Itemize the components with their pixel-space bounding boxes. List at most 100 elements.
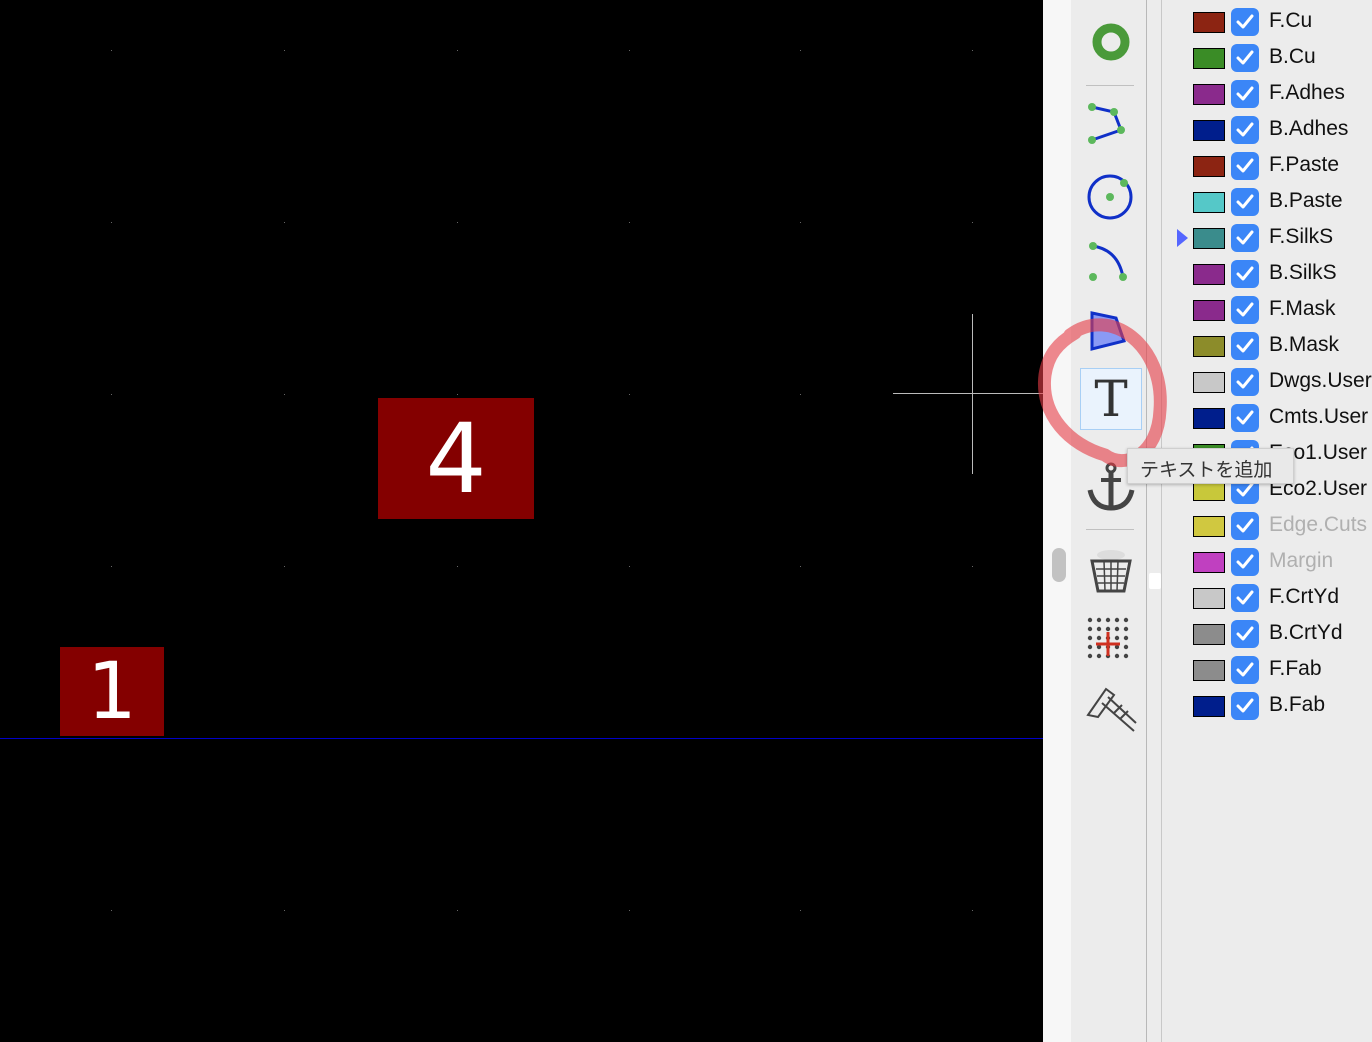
layer-color-swatch[interactable] <box>1193 588 1225 609</box>
layer-visibility-checkbox[interactable] <box>1231 404 1259 432</box>
layer-color-swatch[interactable] <box>1193 372 1225 393</box>
layer-color-swatch[interactable] <box>1193 300 1225 321</box>
toolbar-separator <box>1086 85 1134 86</box>
grid-dot <box>457 50 458 51</box>
layer-color-swatch[interactable] <box>1193 156 1225 177</box>
layer-color-swatch[interactable] <box>1193 660 1225 681</box>
layer-row[interactable]: Dwgs.User <box>1162 364 1372 400</box>
grid-dot <box>284 394 285 395</box>
layer-row[interactable]: F.Paste <box>1162 148 1372 184</box>
pad-number: 1 <box>87 646 137 737</box>
layer-color-swatch[interactable] <box>1193 228 1225 249</box>
layer-color-swatch[interactable] <box>1193 696 1225 717</box>
layer-visibility-checkbox[interactable] <box>1231 80 1259 108</box>
layer-visibility-checkbox[interactable] <box>1231 656 1259 684</box>
layer-color-swatch[interactable] <box>1193 12 1225 33</box>
arc-icon[interactable] <box>1080 232 1142 294</box>
grid-dot <box>457 394 458 395</box>
grid-dot <box>457 566 458 567</box>
layer-name: F.Cu <box>1269 9 1313 32</box>
layer-color-swatch[interactable] <box>1193 624 1225 645</box>
layer-color-swatch[interactable] <box>1193 408 1225 429</box>
grid-dot <box>800 50 801 51</box>
pcb-canvas[interactable]: 4 1 <box>0 0 1043 1042</box>
grid-dot <box>111 910 112 911</box>
splitter-handle[interactable] <box>1149 573 1161 589</box>
layer-visibility-checkbox[interactable] <box>1231 260 1259 288</box>
delete-icon[interactable] <box>1080 539 1142 601</box>
measure-icon[interactable] <box>1080 677 1142 739</box>
add-text-button[interactable]: T <box>1080 368 1142 430</box>
layer-name: Cmts.User <box>1269 405 1369 428</box>
layer-row[interactable]: F.Mask <box>1162 292 1372 328</box>
layer-color-swatch[interactable] <box>1193 192 1225 213</box>
layer-visibility-checkbox[interactable] <box>1231 548 1259 576</box>
layer-color-swatch[interactable] <box>1193 552 1225 573</box>
layer-row[interactable]: B.Mask <box>1162 328 1372 364</box>
pad-4[interactable]: 4 <box>378 398 534 519</box>
layers-panel: F.Cu B.Cu F.Adhes B.Adhes F.Paste B.Paste F.Si… <box>1162 0 1372 1042</box>
layer-visibility-checkbox[interactable] <box>1231 8 1259 36</box>
scrollbar-thumb[interactable] <box>1052 548 1066 582</box>
layer-row[interactable]: F.Adhes <box>1162 76 1372 112</box>
panel-splitter[interactable] <box>1147 0 1162 1042</box>
grid-dot <box>111 394 112 395</box>
drawing-toolbar: T <box>1071 0 1147 1042</box>
layer-visibility-checkbox[interactable] <box>1231 620 1259 648</box>
polyline-icon[interactable] <box>1080 96 1142 158</box>
layer-name: F.Mask <box>1269 297 1336 320</box>
crosshair-vertical <box>972 314 973 474</box>
layer-row[interactable]: B.Adhes <box>1162 112 1372 148</box>
grid-dot <box>457 222 458 223</box>
grid-dot <box>629 910 630 911</box>
layer-row[interactable]: Cmts.User <box>1162 400 1372 436</box>
grid-origin-icon[interactable] <box>1080 609 1142 671</box>
layer-visibility-checkbox[interactable] <box>1231 44 1259 72</box>
layer-visibility-checkbox[interactable] <box>1231 368 1259 396</box>
layer-color-swatch[interactable] <box>1193 264 1225 285</box>
layer-visibility-checkbox[interactable] <box>1231 512 1259 540</box>
layer-name: B.CrtYd <box>1269 621 1343 644</box>
via-icon[interactable] <box>1080 11 1142 73</box>
layer-row[interactable]: B.Paste <box>1162 184 1372 220</box>
layer-row[interactable]: Edge.Cuts <box>1162 508 1372 544</box>
pad-1[interactable]: 1 <box>60 646 164 737</box>
layer-row[interactable]: Margin <box>1162 544 1372 580</box>
layer-name: F.SilkS <box>1269 225 1334 248</box>
layer-row[interactable]: F.CrtYd <box>1162 580 1372 616</box>
canvas-scrollbar[interactable] <box>1043 0 1071 1042</box>
grid-dot <box>629 222 630 223</box>
layer-name: B.Fab <box>1269 693 1326 716</box>
layer-color-swatch[interactable] <box>1193 516 1225 537</box>
layer-visibility-checkbox[interactable] <box>1231 296 1259 324</box>
layer-row[interactable]: B.Fab <box>1162 688 1372 724</box>
layer-row[interactable]: B.Cu <box>1162 40 1372 76</box>
layer-visibility-checkbox[interactable] <box>1231 188 1259 216</box>
layer-row[interactable]: F.Cu <box>1162 4 1372 40</box>
layer-visibility-checkbox[interactable] <box>1231 152 1259 180</box>
polygon-icon[interactable] <box>1080 299 1142 361</box>
circle-icon[interactable] <box>1080 165 1142 227</box>
layer-visibility-checkbox[interactable] <box>1231 584 1259 612</box>
grid-dot <box>111 222 112 223</box>
layer-name: F.CrtYd <box>1269 585 1340 608</box>
grid-dot <box>800 910 801 911</box>
layer-row[interactable]: B.SilkS <box>1162 256 1372 292</box>
layer-visibility-checkbox[interactable] <box>1231 116 1259 144</box>
toolbar-separator <box>1086 529 1134 530</box>
active-layer-marker <box>1177 229 1188 247</box>
layer-visibility-checkbox[interactable] <box>1231 224 1259 252</box>
layer-row[interactable]: F.Fab <box>1162 652 1372 688</box>
layer-color-swatch[interactable] <box>1193 48 1225 69</box>
layer-name: B.Mask <box>1269 333 1340 356</box>
layer-color-swatch[interactable] <box>1193 84 1225 105</box>
grid-dot <box>972 222 973 223</box>
layer-row[interactable]: B.CrtYd <box>1162 616 1372 652</box>
layer-visibility-checkbox[interactable] <box>1231 692 1259 720</box>
layer-row[interactable]: F.SilkS <box>1162 220 1372 256</box>
layer-visibility-checkbox[interactable] <box>1231 332 1259 360</box>
layer-color-swatch[interactable] <box>1193 120 1225 141</box>
layer-name: B.Paste <box>1269 189 1343 212</box>
layer-color-swatch[interactable] <box>1193 336 1225 357</box>
layer-name: Dwgs.User <box>1269 369 1372 392</box>
